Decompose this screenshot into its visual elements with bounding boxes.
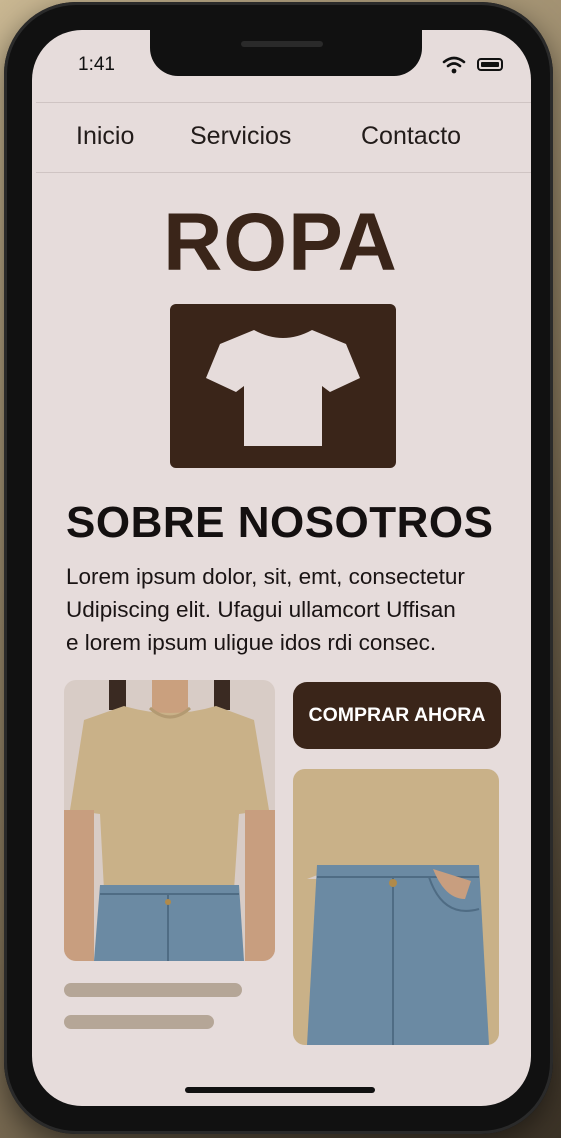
battery-icon: [477, 58, 503, 71]
about-heading: SOBRE NOSOTROS: [66, 498, 494, 547]
status-time: 1:41: [78, 54, 115, 75]
placeholder-line: [64, 983, 242, 997]
product-image-tshirt[interactable]: [64, 680, 275, 961]
placeholder-line: [64, 1015, 214, 1029]
nav-divider-bottom: [36, 172, 531, 173]
wifi-icon: [442, 56, 466, 74]
tshirt-photo: [64, 680, 275, 961]
buy-now-button[interactable]: COMPRAR AHORA: [293, 682, 501, 749]
about-line: Udipiscing elit. Ufagui ullamcort Uffisa…: [66, 597, 456, 622]
nav-item-inicio[interactable]: Inicio: [76, 122, 134, 151]
brand-title: ROPA: [163, 197, 398, 288]
about-paragraph: Lorem ipsum dolor, sit, emt, consectetur…: [66, 560, 506, 659]
speaker: [241, 41, 323, 47]
notch: [150, 30, 422, 76]
nav-item-servicios[interactable]: Servicios: [190, 122, 291, 151]
tshirt-icon: [206, 330, 360, 446]
about-line: Lorem ipsum dolor, sit, emt, consectetur: [66, 564, 465, 589]
nav-item-contacto[interactable]: Contacto: [361, 122, 461, 151]
brand-logo: [170, 304, 396, 468]
home-indicator[interactable]: [185, 1087, 375, 1093]
nav-divider-top: [36, 102, 531, 103]
about-line: e lorem ipsum uligue idos rdi consec.: [66, 630, 437, 655]
jeans-photo: [293, 769, 499, 1045]
product-image-jeans[interactable]: [293, 769, 499, 1045]
